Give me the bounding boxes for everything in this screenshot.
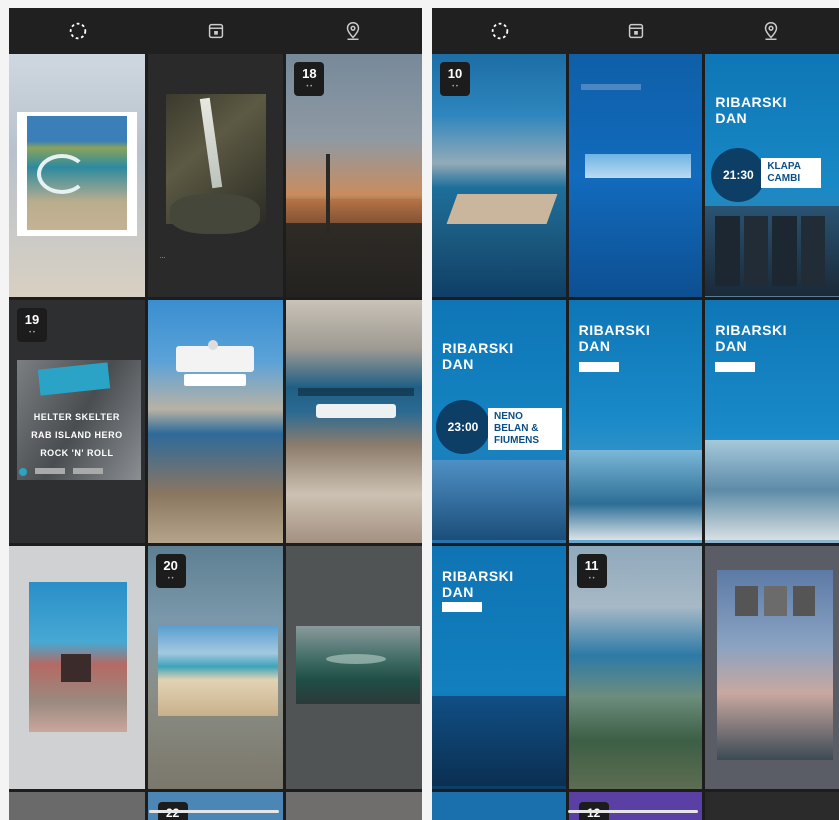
lineup-line: RAB ISLAND HERO <box>31 430 123 440</box>
poster-title: RIBARSKI DAN <box>442 568 514 600</box>
tab-highlights[interactable] <box>9 8 147 54</box>
story-tile[interactable] <box>9 54 145 297</box>
calendar-icon <box>208 23 223 39</box>
spinner-icon <box>69 22 87 40</box>
poster-date-chip <box>715 362 756 372</box>
story-tile[interactable] <box>9 792 145 820</box>
story-tile[interactable] <box>9 546 145 789</box>
location-pin-icon <box>346 22 360 40</box>
poster-title: RIBARSKI DAN <box>578 322 651 354</box>
story-tile[interactable]: 22 <box>147 792 284 820</box>
date-badge: 11 • • <box>576 554 607 588</box>
spinner-icon <box>491 22 509 40</box>
story-tile[interactable]: RIBARSKI DAN <box>705 300 839 543</box>
story-tile[interactable]: 12 <box>568 792 703 820</box>
story-tile[interactable]: RIBARSKI DAN 23:00 NENO BELAN & FIUMENS <box>432 300 566 543</box>
story-tile[interactable] <box>705 546 839 789</box>
story-tile[interactable]: RIBARSKI DAN <box>432 546 566 789</box>
date-badge: 19 • • <box>17 308 47 342</box>
poster-date-chip <box>442 602 482 612</box>
tab-location[interactable] <box>703 8 839 54</box>
band-name: NENO BELAN & FIUMENS <box>488 408 562 450</box>
story-tile[interactable] <box>705 792 839 820</box>
story-tile[interactable]: … <box>147 54 284 297</box>
left-tile-grid: … 18 • • 19 • • HELTER SKELTER RAB ISLAND … <box>9 54 422 820</box>
story-tile[interactable]: 18 • • <box>286 54 422 297</box>
lineup-line: HELTER SKELTER <box>33 412 120 422</box>
right-top-tab-bar <box>432 8 839 54</box>
left-stories-grid: … 18 • • 19 • • HELTER SKELTER RAB ISLAND … <box>9 8 422 820</box>
poster-title: RIBARSKI DAN <box>715 322 787 354</box>
tab-highlights[interactable] <box>432 8 568 54</box>
poster-date-chip <box>578 362 619 372</box>
story-tile[interactable]: RIBARSKI DAN <box>568 300 703 543</box>
band-name: KLAPA CAMBI <box>761 158 822 188</box>
date-badge: 18 • • <box>294 62 325 96</box>
poster-title: RIBARSKI DAN <box>442 340 514 372</box>
date-badge: 20 • • <box>155 554 186 588</box>
story-tile[interactable] <box>286 546 422 789</box>
story-tile[interactable]: 10 • • <box>432 54 566 297</box>
story-tile[interactable] <box>286 300 422 543</box>
event-time: 23:00 <box>436 400 490 454</box>
screenshot-collage: … 18 • • 19 • • HELTER SKELTER RAB ISLAND … <box>0 0 839 820</box>
right-stories-grid: 10 • • RIBARSKI DAN 21:30 KLAPA CAMBI RIB… <box>432 8 839 820</box>
lineup-line: ROCK 'N' ROLL <box>40 448 114 458</box>
poster-title: RIBARSKI DAN <box>715 94 787 126</box>
scroll-indicator <box>568 810 698 813</box>
scroll-indicator <box>149 810 279 813</box>
story-tile[interactable]: 20 • • <box>147 546 284 789</box>
story-tile[interactable] <box>568 54 703 297</box>
calendar-icon <box>628 23 643 39</box>
story-tile[interactable] <box>286 792 422 820</box>
story-tile[interactable]: 11 • • <box>568 546 703 789</box>
location-pin-icon <box>764 22 778 40</box>
tab-calendar[interactable] <box>147 8 285 54</box>
story-tile[interactable] <box>432 792 566 820</box>
event-time: 21:30 <box>711 148 766 202</box>
tab-location[interactable] <box>284 8 422 54</box>
right-tile-grid: 10 • • RIBARSKI DAN 21:30 KLAPA CAMBI RIB… <box>432 54 839 820</box>
tab-calendar[interactable] <box>568 8 704 54</box>
left-top-tab-bar <box>9 8 422 54</box>
story-tile[interactable]: RIBARSKI DAN 21:30 KLAPA CAMBI <box>705 54 839 297</box>
story-tile[interactable] <box>147 300 284 543</box>
story-tile[interactable]: 19 • • HELTER SKELTER RAB ISLAND HERO ROC… <box>9 300 145 543</box>
date-badge: 10 • • <box>440 62 470 96</box>
